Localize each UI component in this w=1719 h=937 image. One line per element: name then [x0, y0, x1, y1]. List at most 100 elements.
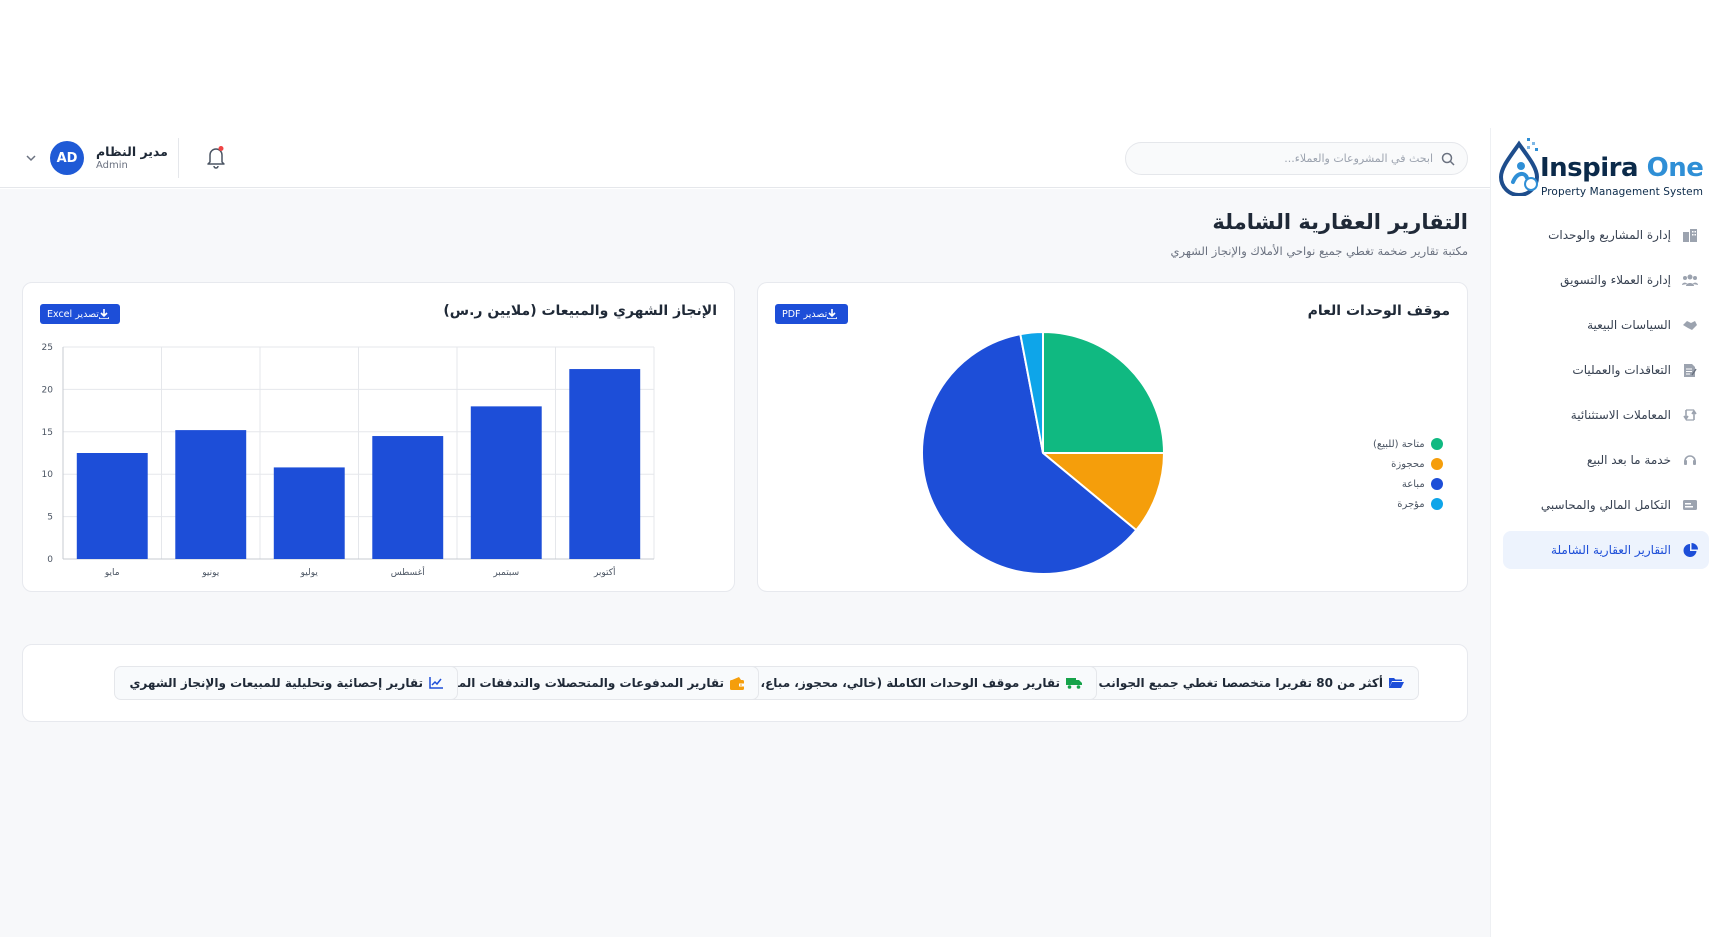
x-tick-label: أغسطس	[391, 566, 425, 578]
user-role: Admin	[96, 160, 128, 171]
x-tick-label: سبتمبر	[492, 568, 519, 578]
sidebar-item-finance[interactable]: التكامل المالي والمحاسبي	[1503, 486, 1709, 524]
sidebar-item-projects[interactable]: إدارة المشاريع والوحدات	[1503, 216, 1709, 254]
users-icon	[1681, 271, 1699, 289]
logo-subtitle: Property Management System	[1541, 186, 1704, 198]
legend-label: محجوزة	[1391, 458, 1425, 470]
pie-icon	[1681, 541, 1699, 559]
report-link-label: تقارير موقف الوحدات الكاملة (خالي، محجوز…	[719, 676, 1060, 690]
x-tick-label: يوليو	[300, 568, 319, 578]
pie-chart-title: موقف الوحدات العام	[1307, 303, 1450, 319]
sidebar-item-contracts[interactable]: التعاقدات والعمليات	[1503, 351, 1709, 389]
sidebar-item-label: إدارة المشاريع والوحدات	[1548, 228, 1671, 242]
sidebar-item-label: إدارة العملاء والتسويق	[1560, 273, 1671, 287]
sidebar-item-exceptional[interactable]: المعاملات الاستثنائية	[1503, 396, 1709, 434]
legend-swatch	[1430, 498, 1443, 510]
legend-item[interactable]: مباعة	[1373, 474, 1443, 494]
sidebar-item-label: التكامل المالي والمحاسبي	[1540, 498, 1671, 512]
user-info: مدير النظام Admin	[96, 144, 168, 172]
search-icon	[1441, 152, 1455, 166]
bar	[470, 406, 542, 559]
notification-dot	[218, 146, 224, 151]
building-icon	[1681, 226, 1699, 244]
legend-item[interactable]: مؤجرة	[1373, 494, 1443, 514]
exchange-icon	[1681, 406, 1699, 424]
headset-icon	[1681, 451, 1699, 469]
sidebar-item-customers[interactable]: إدارة العملاء والتسويق	[1503, 261, 1709, 299]
report-link-payments[interactable]: تقارير المدفوعات والمتحصلات والتدفقات ال…	[422, 666, 759, 700]
chevron-down-icon[interactable]	[20, 147, 42, 169]
sidebar: Inspira One Property Management System إ…	[1490, 128, 1719, 937]
legend-label: مباعة	[1401, 478, 1425, 490]
page-subtitle: مكتبة تقارير ضخمة تغطي جميع نواحي الأملا…	[1170, 244, 1468, 258]
finance-icon	[1681, 496, 1699, 514]
report-link-label: أكثر من 80 تقريرا متخصصا تغطي جميع الجوا…	[1098, 676, 1383, 690]
sidebar-nav: إدارة المشاريع والوحدات إدارة العملاء وا…	[1503, 216, 1709, 576]
avatar[interactable]: AD	[50, 141, 84, 175]
legend-swatch	[1430, 478, 1443, 490]
user-name: مدير النظام	[96, 144, 168, 159]
sidebar-item-after-sales[interactable]: خدمة ما بعد البيع	[1503, 441, 1709, 479]
sidebar-item-label: المعاملات الاستثنائية	[1570, 408, 1671, 422]
y-tick-label: 25	[42, 343, 53, 353]
pie-slice	[1042, 330, 1166, 454]
bar	[372, 436, 444, 559]
y-tick-label: 10	[42, 470, 54, 480]
download-icon	[98, 309, 109, 319]
bar	[76, 453, 148, 559]
sidebar-item-reports[interactable]: التقارير العقارية الشاملة	[1503, 531, 1709, 569]
page-title: التقارير العقارية الشاملة	[1212, 210, 1468, 234]
bar	[569, 369, 641, 559]
pie-chart-card: موقف الوحدات العام تصدير PDF متاحة (للبي…	[757, 282, 1468, 592]
logo-text: Inspira One	[1540, 153, 1704, 183]
pie-legend: متاحة (للبيع) محجوزة مباعة مؤجرة	[1373, 434, 1443, 514]
handshake-icon	[1681, 316, 1699, 334]
sidebar-item-label: التعاقدات والعمليات	[1572, 363, 1671, 377]
y-tick-label: 20	[42, 385, 54, 395]
export-pdf-button[interactable]: تصدير PDF	[775, 304, 849, 324]
legend-item[interactable]: محجوزة	[1373, 454, 1443, 474]
download-icon	[827, 309, 838, 319]
bar	[175, 430, 247, 559]
bar-chart-card: الإنجاز الشهري والمبيعات (ملايين ر.س) تص…	[22, 282, 735, 592]
truck-icon	[1066, 677, 1082, 689]
bar-chart: 0 5 10 15 20 25 مايو يونيو يوليو أغسطس سبتمبر أكتوب…	[42, 343, 655, 578]
user-menu[interactable]: AD مدير النظام Admin	[20, 141, 168, 175]
legend-item[interactable]: متاحة (للبيع)	[1373, 434, 1443, 454]
logo-drop-icon	[1498, 138, 1540, 196]
report-link-units-status[interactable]: تقارير موقف الوحدات الكاملة (خالي، محجوز…	[704, 666, 1097, 700]
pie-chart	[921, 330, 1166, 575]
export-excel-button[interactable]: تصدير Excel	[40, 304, 120, 324]
report-link-label: تقارير إحصائية وتحليلية للمبيعات والإنجا…	[129, 676, 423, 690]
report-links-card: أكثر من 80 تقريرا متخصصا تغطي جميع الجوا…	[22, 644, 1468, 722]
header-divider	[178, 138, 179, 178]
sidebar-item-label: التقارير العقارية الشاملة	[1551, 543, 1671, 557]
report-link-label: تقارير المدفوعات والمتحصلات والتدفقات ال…	[437, 676, 724, 690]
y-tick-label: 5	[47, 513, 53, 523]
line-chart-icon	[429, 677, 443, 689]
wallet-icon	[730, 676, 744, 690]
y-tick-label: 0	[47, 555, 53, 565]
legend-label: متاحة (للبيع)	[1373, 438, 1425, 450]
report-link-80-reports[interactable]: أكثر من 80 تقريرا متخصصا تغطي جميع الجوا…	[1083, 666, 1419, 700]
x-tick-label: أكتوبر	[593, 566, 616, 578]
legend-label: مؤجرة	[1397, 498, 1425, 510]
search-input[interactable]	[1153, 152, 1433, 165]
logo: Inspira One Property Management System	[1491, 128, 1719, 210]
contract-icon	[1681, 361, 1699, 379]
x-tick-label: يونيو	[201, 568, 220, 578]
bar-chart-title: الإنجاز الشهري والمبيعات (ملايين ر.س)	[443, 303, 717, 319]
search-bar[interactable]	[1125, 142, 1468, 175]
notification-bell-icon[interactable]	[204, 144, 228, 170]
sidebar-item-sales-policies[interactable]: السياسات البيعية	[1503, 306, 1709, 344]
export-pdf-label: تصدير PDF	[782, 308, 828, 320]
legend-swatch	[1430, 458, 1443, 470]
report-link-statistics[interactable]: تقارير إحصائية وتحليلية للمبيعات والإنجا…	[114, 666, 458, 700]
y-tick-label: 15	[42, 428, 53, 438]
main-content: التقارير العقارية الشاملة مكتبة تقارير ض…	[0, 189, 1490, 937]
top-blank-area	[0, 0, 1719, 128]
export-excel-label: تصدير Excel	[47, 308, 99, 320]
folder-open-icon	[1389, 677, 1404, 689]
x-tick-label: مايو	[104, 568, 120, 578]
legend-swatch	[1430, 438, 1443, 450]
